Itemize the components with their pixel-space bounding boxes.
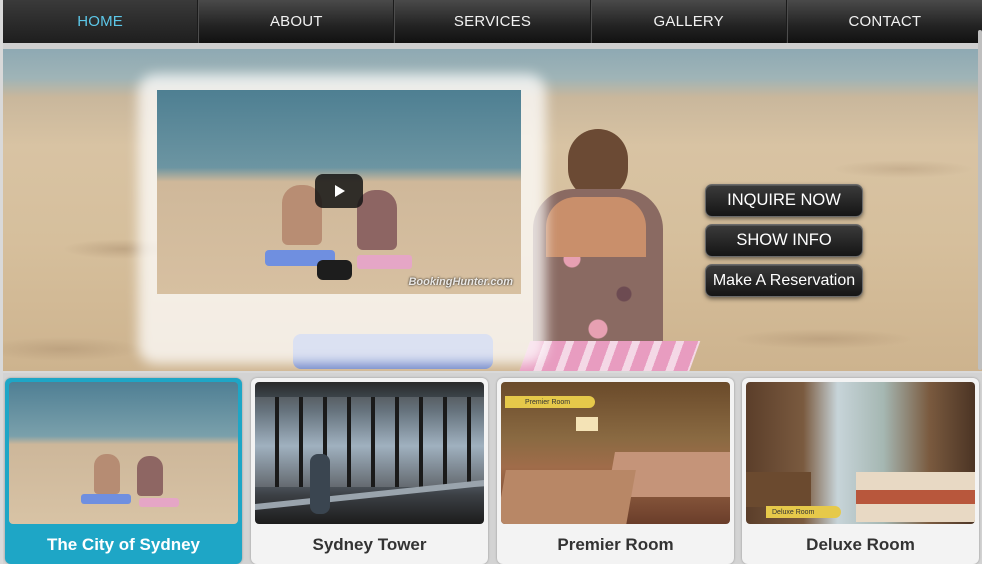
thumb-tag: Premier Room (505, 396, 595, 408)
nav-services[interactable]: SERVICES (394, 0, 591, 43)
thumb-desk (746, 472, 811, 507)
card-city-of-sydney[interactable]: The City of Sydney (5, 378, 242, 564)
video-player[interactable]: BookingHunter.com (157, 90, 521, 294)
thumb-towel-1 (81, 494, 131, 504)
card-label: Premier Room (557, 535, 674, 554)
inquire-now-button[interactable]: INQUIRE NOW (705, 184, 863, 217)
card-thumbnail (255, 382, 484, 524)
card-label: Sydney Tower (312, 535, 427, 554)
thumb-tag: Deluxe Room (766, 506, 841, 518)
card-thumbnail: Premier Room (501, 382, 730, 524)
thumb-person-2 (137, 456, 163, 496)
make-reservation-button[interactable]: Make A Reservation (705, 264, 863, 297)
video-person-2 (357, 190, 397, 250)
nav-gallery[interactable]: GALLERY (590, 0, 787, 43)
thumb-towel-2 (139, 498, 179, 507)
video-bag (317, 260, 352, 280)
video-towel-2 (357, 255, 412, 269)
thumb-windows (255, 397, 484, 487)
card-premier-room[interactable]: Premier Room Premier Room (497, 378, 734, 564)
card-thumbnail: Deluxe Room (746, 382, 975, 524)
card-label: The City of Sydney (46, 535, 201, 554)
nav-home[interactable]: HOME (3, 0, 199, 43)
thumb-bed-1 (501, 470, 636, 524)
card-label: Deluxe Room (806, 535, 915, 554)
main-nav: HOME ABOUT SERVICES GALLERY CONTACT (3, 0, 982, 43)
hero-person-back (546, 197, 646, 257)
hero-banner: BookingHunter.com INQUIRE NOW SHOW INFO … (3, 49, 982, 371)
card-thumbnail (9, 382, 238, 524)
show-info-button[interactable]: SHOW INFO (705, 224, 863, 257)
scrollbar[interactable] (978, 30, 982, 370)
play-button[interactable] (315, 174, 363, 208)
nav-about[interactable]: ABOUT (198, 0, 395, 43)
card-strip: The City of Sydney Sydney Tower Premier … (3, 373, 982, 564)
card-sydney-tower[interactable]: Sydney Tower (251, 378, 488, 564)
play-icon (335, 185, 345, 197)
thumb-bed-runner (856, 490, 975, 504)
card-deluxe-room[interactable]: Deluxe Room Deluxe Room (742, 378, 979, 564)
nav-contact[interactable]: CONTACT (786, 0, 982, 43)
thumb-person (310, 454, 330, 514)
thumb-person-1 (94, 454, 120, 494)
video-watermark: BookingHunter.com (408, 276, 513, 288)
thumb-lamp (576, 417, 598, 431)
